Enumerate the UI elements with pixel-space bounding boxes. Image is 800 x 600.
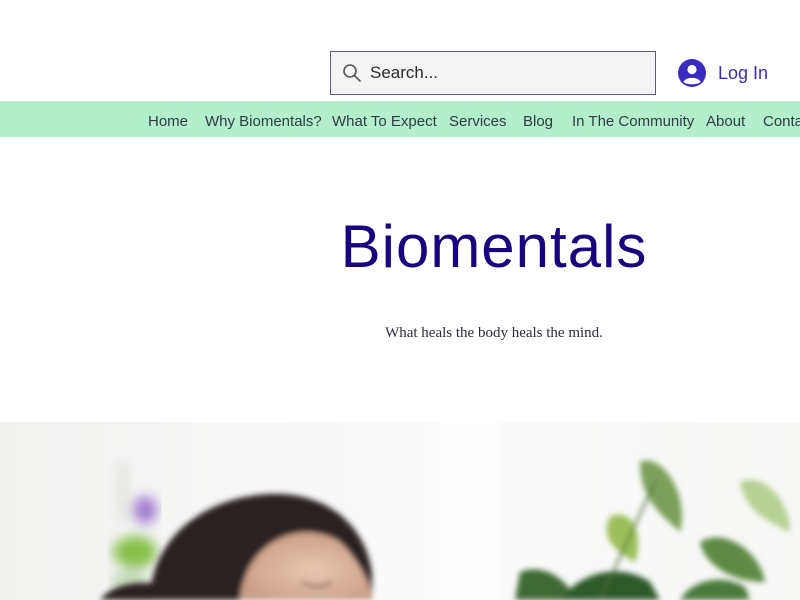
nav-item-blog[interactable]: Blog [523,101,553,137]
nav-item-contact[interactable]: Contact [763,101,800,137]
nav-item-home[interactable]: Home [148,101,188,137]
page: Log In Home Why Biomentals? What To Expe… [0,0,800,600]
nav-item-in-the-community[interactable]: In The Community [572,101,694,137]
nav-item-what-to-expect[interactable]: What To Expect [332,101,437,137]
login-label: Log In [718,62,769,83]
nav-item-why-biomentals[interactable]: Why Biomentals? [205,101,322,137]
nav-item-about[interactable]: About [706,101,745,137]
site-tagline: What heals the body heals the mind. [385,325,603,341]
nav-item-services[interactable]: Services [449,101,507,137]
hero-photo [0,422,800,600]
search-icon [343,64,361,82]
hero-image [0,422,800,600]
search-bar[interactable] [330,51,656,95]
site-title: Biomentals [340,213,648,280]
main-nav: Home Why Biomentals? What To Expect Serv… [0,101,800,137]
search-input[interactable] [370,63,640,83]
avatar-icon [678,59,706,87]
login-button[interactable]: Log In [678,57,768,89]
